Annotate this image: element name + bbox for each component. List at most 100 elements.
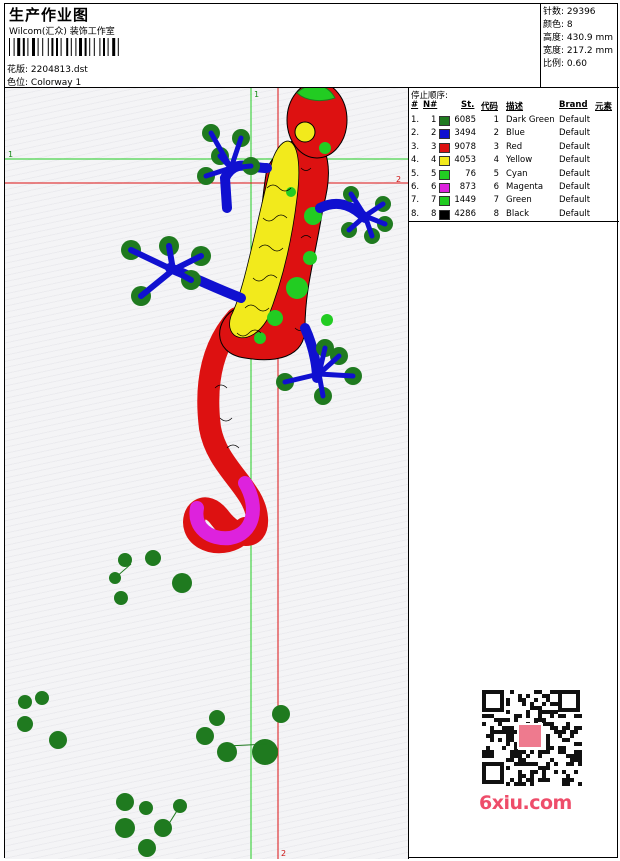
guide-v1-label: 1	[254, 90, 259, 99]
stop-desc: Blue	[506, 128, 525, 139]
stop-brand: Default	[559, 155, 591, 166]
stop-num: 6.	[411, 182, 420, 192]
stop-stitches: 6085	[454, 115, 476, 125]
footprint-group-4	[115, 793, 187, 857]
colorway-value: Colorway 1	[30, 78, 82, 88]
design-file-line: 花版: 2204813.dst	[7, 62, 88, 75]
company-name: Wilcom(汇众) 装饰工作室	[9, 27, 115, 37]
stop-stitches: 9078	[454, 141, 476, 152]
stop-needle: 1	[431, 115, 437, 125]
stop-code: 6	[493, 182, 499, 192]
stop-row: 5. 5 76 5 Cyan Default	[409, 168, 619, 181]
stop-needle: 7	[431, 195, 437, 206]
stop-row: 8. 8 4286 8 Black Default	[409, 208, 619, 221]
stop-needle: 8	[431, 208, 437, 219]
page-title: 生产作业图	[9, 6, 90, 24]
stop-stitches: 873	[459, 182, 476, 192]
col-header-brand: Brand	[559, 100, 588, 110]
col-header-code: 代码	[481, 102, 499, 112]
color-swatch	[439, 196, 450, 207]
stop-stitches: 4286	[454, 208, 476, 219]
guide-h2-label: 2	[396, 175, 401, 184]
stop-brand: Default	[559, 182, 591, 192]
watermark-brand: 6xiu.com	[479, 792, 572, 814]
stop-desc: Cyan	[506, 168, 528, 179]
color-count: 颜色: 8	[543, 20, 573, 30]
footprint-group-2	[17, 691, 67, 749]
stop-brand: Default	[559, 115, 591, 125]
stop-desc: Yellow	[506, 155, 533, 166]
stop-desc: Dark Green	[506, 115, 555, 125]
stop-num: 3.	[411, 141, 420, 152]
col-header-needle: N#	[423, 100, 438, 110]
colorway-label: 色位:	[7, 78, 29, 88]
stop-num: 5.	[411, 168, 420, 179]
stop-row: 6. 6 873 6 Magenta Default	[409, 181, 619, 194]
color-swatch	[439, 129, 450, 140]
embroidery-preview: 1 1 2 2	[5, 88, 408, 859]
stop-row: 3. 3 9078 3 Red Default	[409, 141, 619, 154]
design-info-panel: 针数: 29396 颜色: 8 高度: 430.9 mm 宽度: 217.2 m…	[541, 4, 619, 88]
stop-code: 5	[493, 168, 499, 179]
color-swatch	[439, 169, 450, 180]
header-panel: 生产作业图 Wilcom(汇众) 装饰工作室 花版: 2204813.dst 色…	[5, 4, 541, 88]
color-swatch	[439, 156, 450, 167]
stop-row: 1. 1 6085 1 Dark Green Default	[409, 114, 619, 127]
design-height: 高度: 430.9 mm	[543, 33, 614, 43]
footprint-group-3	[196, 705, 290, 765]
stop-needle: 6	[431, 182, 437, 192]
stop-num: 2.	[411, 128, 420, 139]
design-canvas: 1 1 2 2	[5, 88, 409, 859]
col-header-index: #	[411, 100, 419, 110]
stop-code: 7	[493, 195, 499, 206]
stop-stitches: 3494	[454, 128, 476, 139]
gecko-eye	[294, 121, 316, 143]
barcode	[9, 38, 119, 56]
stop-desc: Green	[506, 195, 532, 206]
design-scale: 比例: 0.60	[543, 59, 587, 69]
color-swatch	[439, 116, 450, 126]
stop-code: 1	[493, 115, 499, 125]
stop-stitches: 1449	[454, 195, 476, 206]
col-header-description: 描述	[506, 102, 524, 112]
stop-stitches: 4053	[454, 155, 476, 166]
gecko-embroidery	[121, 88, 393, 554]
col-header-stitches: St.	[461, 100, 475, 110]
color-swatch	[439, 142, 450, 153]
stop-code: 4	[493, 155, 499, 166]
stop-brand: Default	[559, 208, 591, 219]
stop-desc: Magenta	[506, 182, 544, 192]
footprint-group-1	[109, 550, 192, 605]
stop-sequence-header: # N# St. 代码 描述 Brand 元素	[409, 100, 619, 113]
stop-brand: Default	[559, 168, 591, 179]
stop-code: 3	[493, 141, 499, 152]
design-label: 花版:	[7, 65, 29, 75]
design-value: 2204813.dst	[30, 65, 88, 75]
production-sheet: 生产作业图 Wilcom(汇众) 装饰工作室 花版: 2204813.dst 色…	[4, 3, 619, 859]
stop-desc: Red	[506, 141, 523, 152]
design-width: 宽度: 217.2 mm	[543, 46, 614, 56]
stitch-count: 针数: 29396	[543, 7, 596, 17]
stop-needle: 4	[431, 155, 437, 166]
stop-brand: Default	[559, 141, 591, 152]
stop-row: 7. 7 1449 7 Green Default	[409, 194, 619, 207]
stop-num: 7.	[411, 195, 420, 206]
stop-sequence-panel: 停止顺序: # N# St. 代码 描述 Brand 元素 1. 1 6085 1 Da…	[409, 88, 619, 222]
colorway-line: 色位: Colorway 1	[7, 75, 81, 88]
stop-needle: 5	[431, 168, 437, 179]
stop-row: 2. 2 3494 2 Blue Default	[409, 127, 619, 140]
stop-needle: 2	[431, 128, 437, 139]
stop-needle: 3	[431, 141, 437, 152]
color-swatch	[439, 183, 450, 193]
stop-row: 4. 4 4053 4 Yellow Default	[409, 154, 619, 167]
guide-h1-label: 1	[8, 150, 13, 159]
qr-code	[472, 684, 590, 792]
stop-code: 8	[493, 208, 499, 219]
stop-desc: Black	[506, 208, 529, 219]
stop-brand: Default	[559, 195, 591, 206]
footprints	[17, 550, 290, 857]
stop-stitches: 76	[465, 168, 476, 179]
color-swatch	[439, 209, 450, 220]
stop-brand: Default	[559, 128, 591, 139]
stop-code: 2	[493, 128, 499, 139]
